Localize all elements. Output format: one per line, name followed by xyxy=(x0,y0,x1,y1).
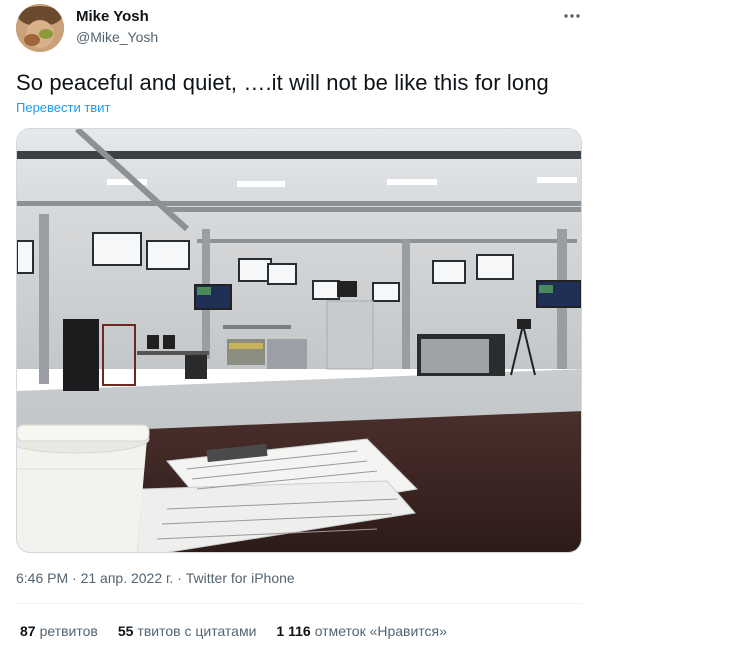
quotes-count: 55 xyxy=(117,623,134,639)
tweet-time[interactable]: 6:46 PM xyxy=(16,570,68,586)
avatar[interactable] xyxy=(16,4,64,52)
retweets-label: ретвитов xyxy=(39,623,98,639)
tweet-text: So peaceful and quiet, ….it will not be … xyxy=(16,70,549,95)
studio-photo xyxy=(17,129,581,552)
tweet-source[interactable]: Twitter for iPhone xyxy=(186,570,295,586)
more-options-button[interactable] xyxy=(560,6,584,26)
tweet-photo[interactable] xyxy=(16,128,582,553)
likes-count: 1 116 xyxy=(276,623,311,639)
tweet-date[interactable]: 21 апр. 2022 г. xyxy=(81,570,174,586)
more-horizontal-icon xyxy=(564,14,580,18)
author-name[interactable]: Mike Yosh xyxy=(76,8,149,25)
likes-label: отметок «Нравится» xyxy=(314,623,447,639)
tweet: Mike Yosh @Mike_Yosh So peaceful and qui… xyxy=(0,0,741,646)
translate-tweet-link[interactable]: Перевести твит xyxy=(16,100,110,115)
meta-separator: · xyxy=(173,570,186,586)
tweet-stats: 87 ретвитов 55 твитов с цитатами 1 116 отме… xyxy=(20,623,447,639)
meta-separator: · xyxy=(68,570,81,586)
quotes-label: твитов с цитатами xyxy=(137,623,257,639)
tweet-meta: 6:46 PM · 21 апр. 2022 г. · Twitter for … xyxy=(16,570,295,586)
quotes-stat[interactable]: 55 твитов с цитатами xyxy=(118,623,257,639)
retweets-stat[interactable]: 87 ретвитов xyxy=(20,623,98,639)
divider xyxy=(16,603,582,604)
author-handle[interactable]: @Mike_Yosh xyxy=(76,29,158,45)
likes-stat[interactable]: 1 116 отметок «Нравится» xyxy=(276,623,447,639)
retweets-count: 87 xyxy=(20,623,36,639)
